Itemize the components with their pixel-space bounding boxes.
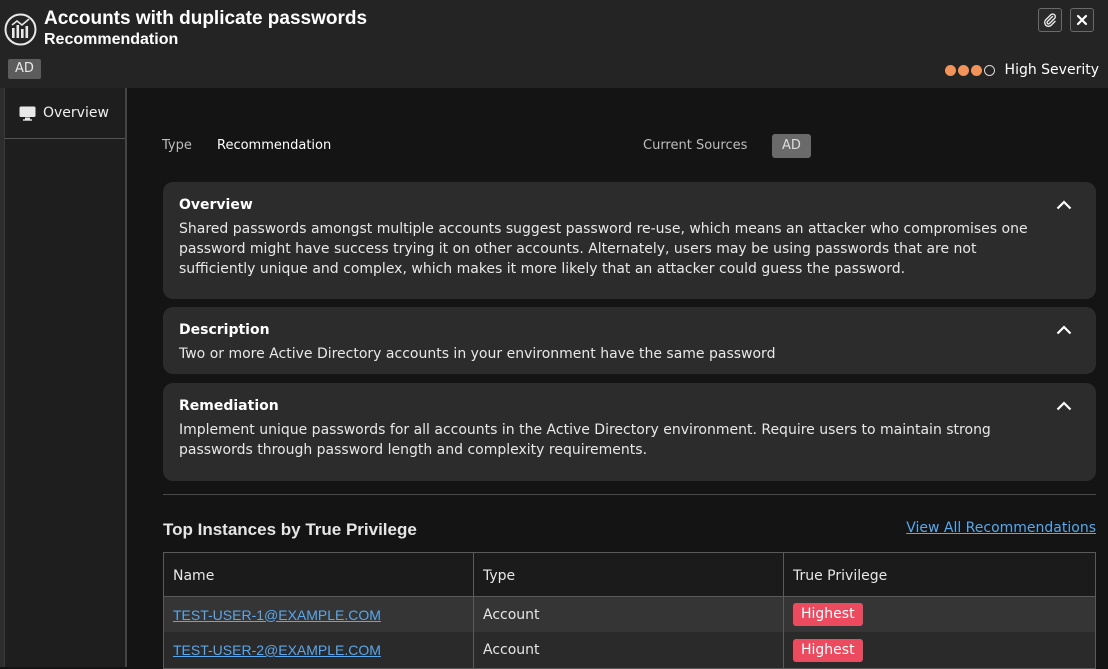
- privilege-badge: Highest: [793, 638, 863, 662]
- card-body: Implement unique passwords for all accou…: [179, 422, 991, 458]
- sidebar-rail: [0, 88, 5, 667]
- column-header-true-privilege[interactable]: True Privilege: [784, 553, 1095, 596]
- sidebar: Overview: [0, 88, 127, 667]
- remediation-card: Remediation Implement unique passwords f…: [163, 383, 1096, 481]
- chevron-up-icon[interactable]: [1056, 325, 1072, 335]
- source-badge: AD: [8, 59, 41, 79]
- paperclip-icon: [1043, 13, 1056, 27]
- name-cell: TEST-USER-2@EXAMPLE.COM: [164, 632, 474, 668]
- view-all-recommendations-link[interactable]: View All Recommendations: [906, 520, 1096, 536]
- monitor-icon: [19, 106, 36, 121]
- table-row: TEST-USER-1@EXAMPLE.COM Account Highest: [164, 597, 1095, 632]
- close-icon: [1076, 14, 1088, 26]
- close-button[interactable]: [1070, 8, 1094, 32]
- card-title: Description: [179, 322, 270, 338]
- overview-card: Overview Shared passwords amongst multip…: [163, 182, 1096, 299]
- severity-dot-filled: [944, 64, 956, 76]
- type-value: Recommendation: [217, 138, 332, 153]
- type-cell: Account: [474, 632, 784, 668]
- page-subtitle: Recommendation: [44, 31, 179, 48]
- chevron-up-icon[interactable]: [1056, 200, 1072, 210]
- chevron-up-icon[interactable]: [1056, 401, 1072, 411]
- privilege-cell: Highest: [784, 597, 1095, 632]
- page-title: Accounts with duplicate passwords: [44, 8, 368, 29]
- instances-title: Top Instances by True Privilege: [163, 520, 417, 539]
- severity-label: High Severity: [1004, 62, 1099, 78]
- dialog-header: Accounts with duplicate passwords Recomm…: [0, 0, 1108, 88]
- severity-dot-filled: [957, 64, 969, 76]
- column-header-name[interactable]: Name: [164, 553, 474, 596]
- sidebar-item-overview[interactable]: Overview: [5, 88, 125, 139]
- analytics-logo-icon: [4, 13, 37, 46]
- severity-dot-empty: [983, 64, 995, 76]
- main-content: Type Recommendation Current Sources AD O…: [127, 88, 1108, 669]
- description-card: Description Two or more Active Directory…: [163, 307, 1096, 374]
- column-header-type[interactable]: Type: [474, 553, 784, 596]
- account-link[interactable]: TEST-USER-2@EXAMPLE.COM: [173, 642, 381, 658]
- privilege-cell: Highest: [784, 632, 1095, 668]
- table-header: Name Type True Privilege: [164, 553, 1095, 597]
- name-cell: TEST-USER-1@EXAMPLE.COM: [164, 597, 474, 632]
- type-cell: Account: [474, 597, 784, 632]
- sidebar-item-label: Overview: [43, 105, 109, 121]
- account-link[interactable]: TEST-USER-1@EXAMPLE.COM: [173, 607, 381, 623]
- sources-badge: AD: [772, 134, 811, 158]
- instances-table: Name Type True Privilege TEST-USER-1@EXA…: [163, 552, 1096, 669]
- copy-link-button[interactable]: [1038, 8, 1062, 32]
- section-divider: [163, 494, 1096, 495]
- card-title: Remediation: [179, 398, 279, 414]
- privilege-badge: Highest: [793, 603, 863, 626]
- card-body: Shared passwords amongst multiple accoun…: [179, 221, 1028, 277]
- table-row: TEST-USER-2@EXAMPLE.COM Account Highest: [164, 632, 1095, 668]
- card-body: Two or more Active Directory accounts in…: [179, 346, 776, 362]
- type-label: Type: [162, 138, 192, 153]
- card-title: Overview: [179, 197, 253, 213]
- severity-indicator: High Severity: [944, 61, 1099, 79]
- severity-dot-filled: [970, 64, 982, 76]
- sources-label: Current Sources: [643, 138, 748, 153]
